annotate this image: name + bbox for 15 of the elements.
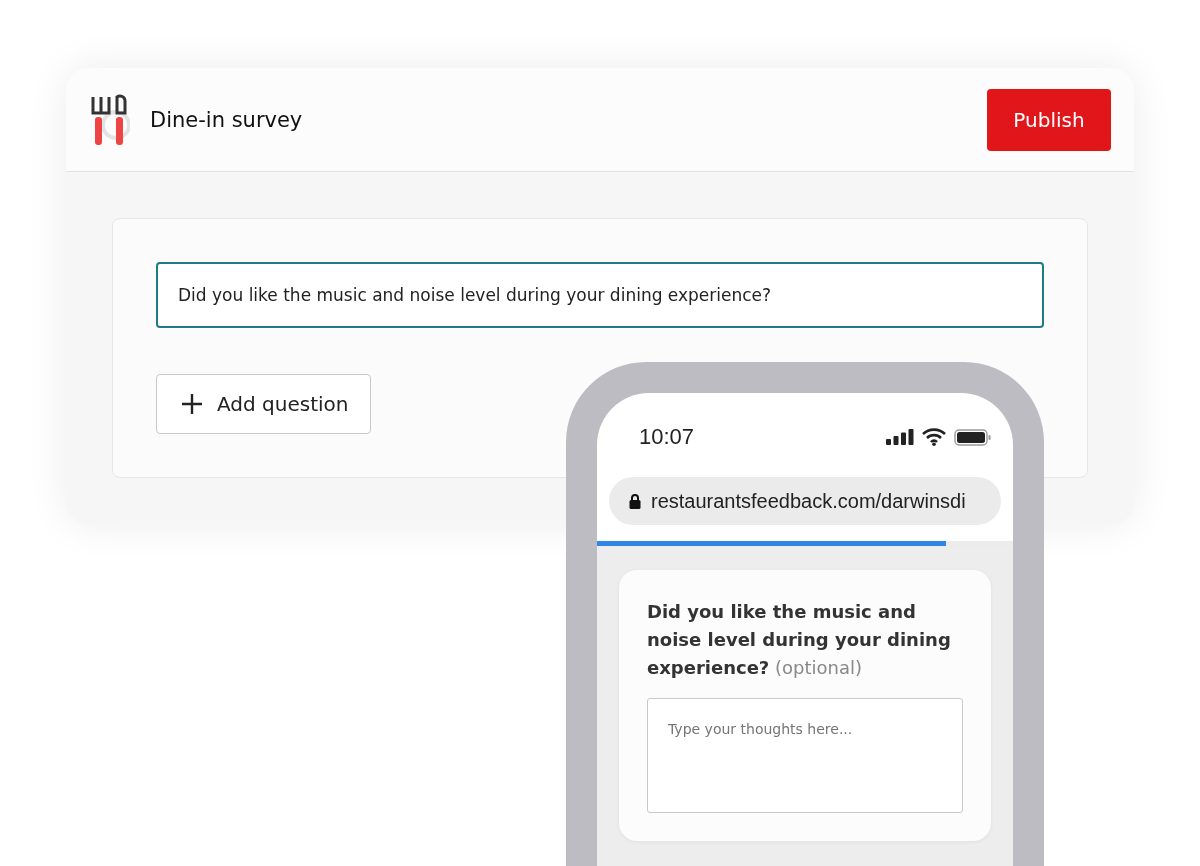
wifi-icon — [922, 428, 946, 446]
address-bar[interactable]: restaurantsfeedback.com/darwinsdi — [609, 477, 1001, 525]
publish-button[interactable]: Publish — [987, 88, 1111, 151]
lock-icon — [629, 493, 641, 509]
question-input[interactable]: Did you like the music and noise level during your dining experience? — [156, 262, 1044, 328]
add-question-button[interactable]: Add question — [156, 374, 372, 434]
battery-icon — [954, 428, 991, 446]
survey-title: Dine-in survey — [150, 107, 304, 132]
plus-icon — [181, 393, 203, 415]
answer-field[interactable]: Type your thoughts here... — [647, 698, 963, 813]
signal-icon — [886, 429, 914, 445]
fork-knife-icon — [90, 92, 130, 147]
status-time: 10:07 — [639, 424, 696, 450]
url-text: restaurantsfeedback.com/darwinsdi — [651, 489, 966, 513]
question-text: Did you like the music and noise level during your dining experience? (optional) — [647, 600, 952, 680]
